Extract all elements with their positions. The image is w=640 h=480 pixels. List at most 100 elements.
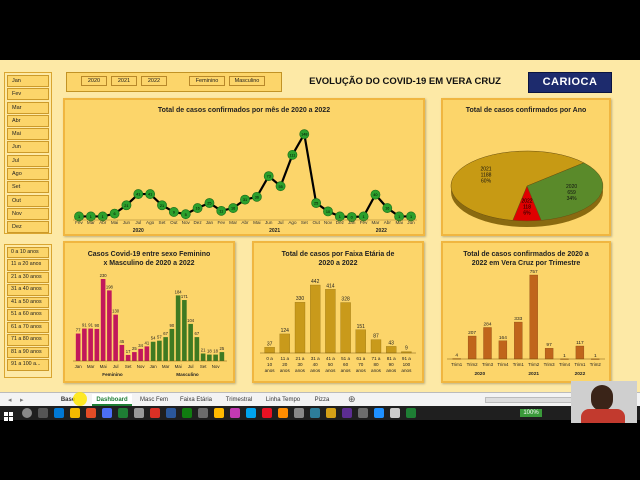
year-filter-2020[interactable]: 2020 bbox=[81, 76, 107, 86]
app-icon[interactable] bbox=[214, 408, 224, 418]
tab-scroll-left-icon[interactable]: ◂ bbox=[8, 396, 12, 404]
age-value-label: 43 bbox=[388, 340, 394, 346]
age-filter-6[interactable]: 51 a 60 anos bbox=[7, 309, 49, 321]
sex-value-label: 198 bbox=[106, 284, 114, 289]
app-icon[interactable] bbox=[278, 408, 288, 418]
month-slicer: Jan Fev Mar Abr Mai Jun Jul Ago Set Out Nov Dez bbox=[4, 72, 52, 234]
sex-x-tick: Jul bbox=[113, 364, 119, 369]
app-icon[interactable] bbox=[358, 408, 368, 418]
age-filter-4[interactable]: 31 a 40 anos bbox=[7, 284, 49, 296]
line-x-tick: Jul bbox=[135, 220, 141, 225]
app-icon[interactable] bbox=[374, 408, 384, 418]
sex-value-label: 90 bbox=[170, 323, 175, 328]
age-x-tick: anos bbox=[325, 368, 336, 373]
line-x-tick: Fev bbox=[75, 220, 83, 225]
sex-value-label: 17 bbox=[126, 349, 131, 354]
line-x-tick: Ago bbox=[288, 220, 297, 225]
app-icon[interactable] bbox=[310, 408, 320, 418]
line-x-tick: Mar bbox=[229, 220, 237, 225]
quarter-cases-panel: Total de casos confirmados de 2020 a 202… bbox=[441, 241, 611, 383]
age-filter-7[interactable]: 61 a 70 anos bbox=[7, 321, 49, 334]
line-x-tick: Jul bbox=[278, 220, 284, 225]
line-point-label: 148 bbox=[301, 133, 307, 137]
line-point-label: 1 bbox=[78, 215, 80, 219]
app-icon[interactable] bbox=[326, 408, 336, 418]
line-x-tick: Out bbox=[170, 220, 178, 225]
app-icon[interactable] bbox=[182, 408, 192, 418]
age-filter-9[interactable]: 81 a 90 anos bbox=[7, 346, 49, 359]
sheet-tab-7[interactable]: Pizza bbox=[310, 394, 334, 406]
year-filter-2021[interactable]: 2021 bbox=[111, 76, 137, 86]
app-icon[interactable] bbox=[390, 408, 400, 418]
age-x-tick: 60 bbox=[343, 362, 349, 367]
sex-value-label: 57 bbox=[157, 335, 162, 340]
month-filter-nov[interactable]: Nov bbox=[7, 207, 49, 220]
age-x-tick: anos bbox=[265, 368, 276, 373]
excel-active-icon[interactable] bbox=[406, 408, 416, 418]
sex-filter-feminino[interactable]: Feminino bbox=[189, 76, 225, 86]
task-view-icon[interactable] bbox=[38, 408, 48, 418]
month-filter-ago[interactable]: Ago bbox=[7, 168, 49, 181]
month-filter-dez[interactable]: Dez bbox=[7, 221, 49, 234]
sex-bar bbox=[100, 279, 106, 361]
month-filter-jun[interactable]: Jun bbox=[7, 141, 49, 154]
tab-scroll-right-icon[interactable]: ▸ bbox=[20, 396, 24, 404]
windows-start-icon[interactable] bbox=[4, 408, 13, 421]
month-filter-fev[interactable]: Fev bbox=[7, 88, 49, 101]
sheet-tab-5[interactable]: Trimestral bbox=[220, 394, 258, 406]
age-x-tick: anos bbox=[401, 368, 412, 373]
age-filter-1[interactable]: 0 a 10 anos bbox=[7, 247, 49, 259]
age-x-tick: anos bbox=[310, 368, 321, 373]
line-chart: 1Fev1Mar1Abr6Mai21Jun41Jul41Ago21Set9Out… bbox=[73, 129, 417, 234]
sheet-tab-2[interactable]: Dashboard bbox=[92, 394, 132, 406]
app-icon[interactable] bbox=[150, 408, 160, 418]
year-filter-2022[interactable]: 2022 bbox=[141, 76, 167, 86]
sheet-tab-4[interactable]: Faixa Etária bbox=[176, 394, 216, 406]
app-icon[interactable] bbox=[262, 408, 272, 418]
sex-group-label: Masculino bbox=[176, 372, 199, 377]
app-icon[interactable] bbox=[294, 408, 304, 418]
month-filter-jan[interactable]: Jan bbox=[7, 75, 49, 87]
word-icon[interactable] bbox=[166, 408, 176, 418]
edge-icon[interactable] bbox=[54, 408, 64, 418]
quarter-value-label: 333 bbox=[514, 316, 522, 322]
app-icon[interactable] bbox=[198, 408, 208, 418]
month-filter-abr[interactable]: Abr bbox=[7, 114, 49, 127]
age-filter-8[interactable]: 71 a 80 anos bbox=[7, 334, 49, 346]
app-icon[interactable] bbox=[230, 408, 240, 418]
add-sheet-icon[interactable]: ⊕ bbox=[348, 394, 356, 405]
month-filter-mar[interactable]: Mar bbox=[7, 101, 49, 114]
sheet-tab-6[interactable]: Linha Tempo bbox=[262, 394, 304, 406]
office-icon[interactable] bbox=[86, 408, 96, 418]
sex-value-label: 25 bbox=[132, 346, 137, 351]
presenter-head bbox=[591, 385, 613, 411]
sex-filter-masculino[interactable]: Masculino bbox=[229, 76, 265, 86]
line-point-label: 11 bbox=[219, 209, 223, 213]
line-x-tick: Dez bbox=[336, 220, 345, 225]
excel-icon[interactable] bbox=[118, 408, 128, 418]
month-filter-set[interactable]: Set bbox=[7, 181, 49, 194]
app-icon[interactable] bbox=[134, 408, 144, 418]
quarter-x-tick: Trim2 bbox=[590, 362, 602, 367]
month-filter-jul[interactable]: Jul bbox=[7, 154, 49, 167]
sex-value-label: 34 bbox=[138, 343, 143, 348]
age-filter-5[interactable]: 41 a 50 anos bbox=[7, 296, 49, 309]
line-x-tick: Fev bbox=[360, 220, 368, 225]
explorer-icon[interactable] bbox=[70, 408, 80, 418]
month-filter-out[interactable]: Out bbox=[7, 194, 49, 207]
age-value-label: 328 bbox=[341, 297, 350, 303]
age-x-tick: anos bbox=[356, 368, 367, 373]
search-icon[interactable] bbox=[22, 408, 32, 418]
age-filter-3[interactable]: 21 a 30 anos bbox=[7, 271, 49, 284]
month-filter-mai[interactable]: Mai bbox=[7, 128, 49, 141]
line-point-label: 16 bbox=[385, 207, 389, 211]
age-bar bbox=[294, 302, 306, 354]
age-filter-10[interactable]: 91 a 100 a... bbox=[7, 359, 49, 371]
app-icon[interactable] bbox=[342, 408, 352, 418]
app-icon[interactable] bbox=[246, 408, 256, 418]
age-filter-2[interactable]: 11 a 20 anos bbox=[7, 259, 49, 271]
sheet-tab-3[interactable]: Masc Fem bbox=[136, 394, 172, 406]
age-x-tick: 51 a bbox=[341, 356, 350, 361]
sex-bar bbox=[88, 328, 93, 361]
app-icon[interactable] bbox=[102, 408, 112, 418]
